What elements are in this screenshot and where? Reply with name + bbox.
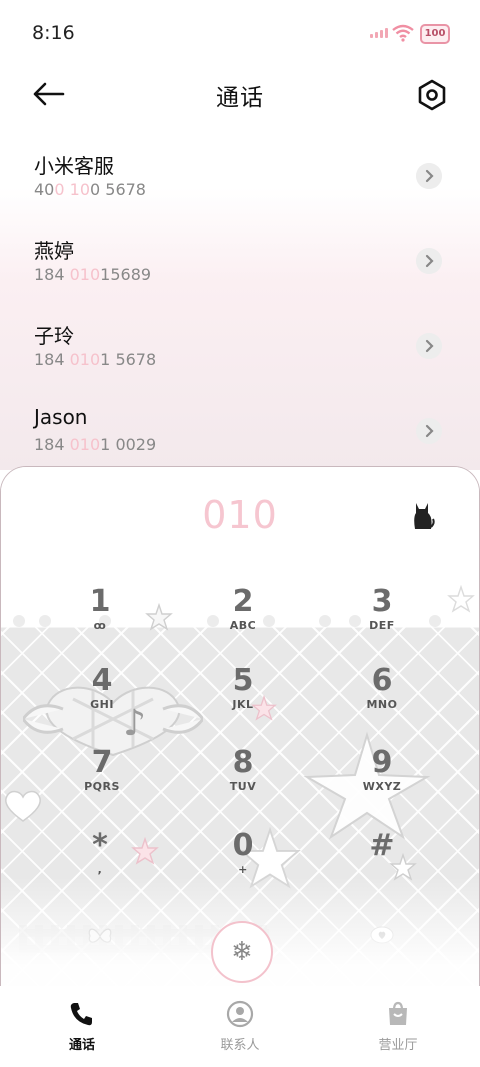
status-bar: 8:16 100 [0,0,480,66]
dial-key-5[interactable]: 5 JKL [183,664,303,734]
bottom-navigation: 通话 联系人 营业厅 [0,986,480,1067]
settings-icon[interactable] [414,77,450,113]
chevron-right-icon[interactable] [416,163,442,189]
page-title: 通话 [216,85,264,111]
contact-row[interactable]: 小米客服 400 100 5678 [0,140,480,225]
dial-key-4[interactable]: 4 GHI [42,664,162,734]
contact-row[interactable]: 燕婷 184 01015689 [0,225,480,310]
nav-tab-shop[interactable]: 营业厅 [338,1000,458,1053]
cat-icon[interactable] [411,501,435,531]
dial-key-3[interactable]: 3 DEF [322,585,442,655]
dialed-number-display[interactable]: 010 [1,493,479,537]
contact-name: 燕婷 [34,239,74,263]
nav-label: 营业厅 [378,1038,418,1053]
dial-key-2[interactable]: 2 ABC [183,585,303,655]
signal-icon [370,28,388,38]
chevron-right-icon[interactable] [416,248,442,274]
dial-key-6[interactable]: 6 MNO [322,664,442,734]
nav-tab-contacts[interactable]: 联系人 [180,1000,300,1053]
contact-name: 子玲 [34,324,74,348]
star-decoration [447,585,475,613]
heart-decoration [5,790,41,822]
nav-tab-calls[interactable]: 通话 [22,1000,142,1053]
contact-name: 小米客服 [34,154,114,178]
contact-row[interactable]: 子玲 184 0101 5678 [0,310,480,395]
wifi-icon [392,24,414,42]
dial-key-9[interactable]: 9 WXYZ [322,746,442,816]
chevron-right-icon[interactable] [416,333,442,359]
contact-number: 400 100 5678 [34,180,146,199]
contact-number: 184 0101 5678 [34,350,157,369]
battery-icon: 100 [420,24,450,44]
nav-label: 联系人 [220,1038,260,1053]
dial-key-7[interactable]: 7 PQRS [42,746,162,816]
phone-icon [70,1003,92,1026]
matched-contacts-list: 小米客服 400 100 5678 燕婷 184 01015689 子玲 184… [0,140,480,480]
call-button[interactable]: ❄ [211,921,273,983]
dial-key-1[interactable]: 1ꝏ [40,585,160,655]
chevron-right-icon[interactable] [416,418,442,444]
shop-bag-icon [389,1001,407,1025]
snowflake-icon: ❄ [231,937,253,967]
dial-key-8[interactable]: 8 TUV [183,746,303,816]
contact-icon [226,1000,254,1028]
contact-number: 184 01015689 [34,265,152,284]
contact-number: 184 0101 0029 [34,435,157,454]
nav-label: 通话 [68,1038,95,1053]
status-time: 8:16 [32,22,75,44]
dial-pad-panel: 010 ♪ 1ꝏ 2 ABC 3 DEF 4 GHI 5 JKL 6 MNO 7 PQRS … [0,466,480,987]
contact-name: Jason [34,405,88,429]
top-bar: 通话 [0,66,480,122]
